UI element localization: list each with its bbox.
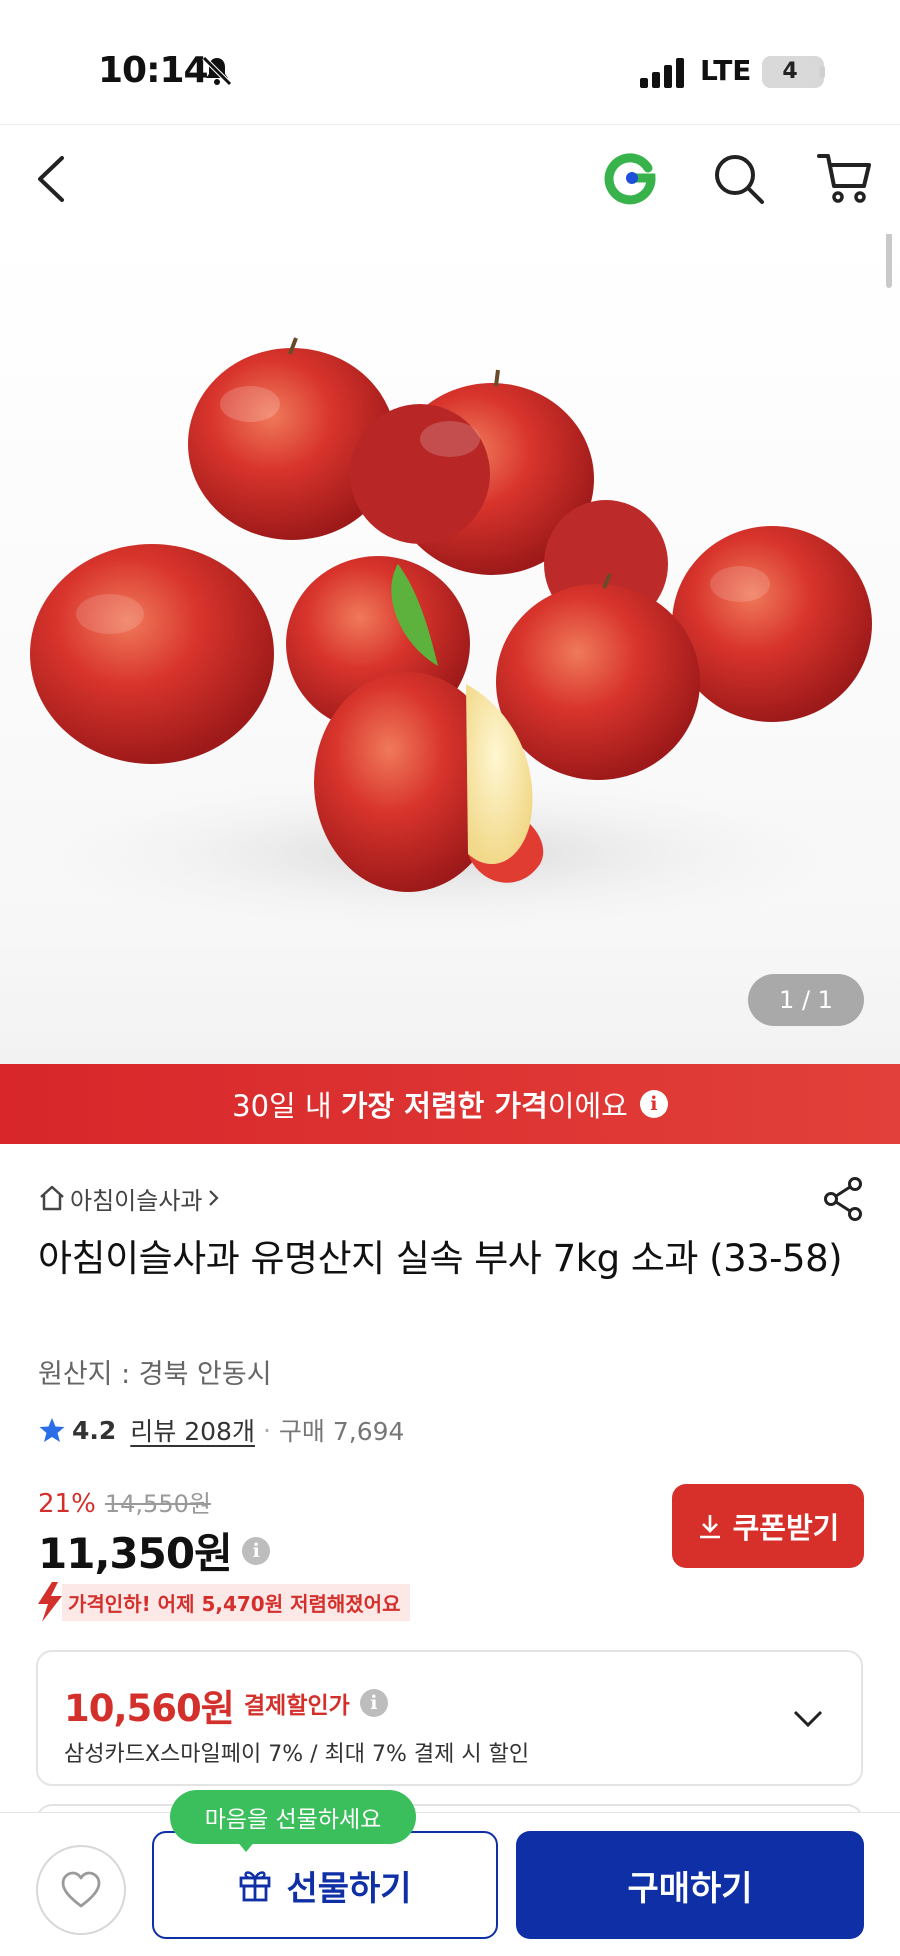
status-time: 10:14 — [98, 50, 209, 91]
download-icon — [699, 1515, 720, 1539]
wishlist-button[interactable] — [36, 1845, 126, 1935]
search-icon[interactable] — [712, 152, 766, 206]
gift-tooltip-bubble: 마음을 선물하세요 — [170, 1790, 416, 1844]
buy-label: 구매하기 — [627, 1868, 753, 1909]
discount-rate: 21% — [38, 1489, 96, 1519]
coupon-label: 쿠폰받기 — [732, 1511, 840, 1545]
chevron-right-icon — [209, 1190, 220, 1206]
battery-percent: 4 — [782, 59, 798, 84]
card-discount-panel[interactable]: 10,560원 결제할인가 i 삼성카드X스마일페이 7% / 최대 7% 결제… — [36, 1650, 863, 1786]
store-link[interactable]: 아침이슬사과 — [38, 1180, 222, 1216]
info-icon[interactable]: i — [359, 1689, 388, 1717]
card-discount-description: 삼성카드X스마일페이 7% / 최대 7% 결제 시 할인 — [64, 1742, 530, 1767]
promo-highlight: 가장 저렴한 가격 — [340, 1089, 548, 1123]
star-icon — [39, 1418, 65, 1442]
lowest-price-banner[interactable]: 30일 내 가장 저렴한 가격 이에요 i — [0, 1064, 900, 1144]
sale-price-row: 11,350원 i — [38, 1520, 270, 1581]
share-icon[interactable] — [822, 1176, 864, 1222]
gift-tooltip-tail — [236, 1840, 256, 1852]
gift-label: 선물하기 — [286, 1868, 412, 1909]
review-count-link[interactable]: 리뷰 208개 — [130, 1412, 255, 1448]
card-discount-label: 결제할인가 — [244, 1693, 350, 1719]
rating-row: 4.2 리뷰 208개 · 구매 7,694 — [38, 1412, 404, 1448]
original-price: 14,550원 — [104, 1490, 211, 1518]
gift-tooltip-text: 마음을 선물하세요 — [204, 1807, 382, 1833]
rating-score: 4.2 — [72, 1415, 117, 1445]
back-arrow-icon[interactable] — [34, 154, 68, 204]
card-discount-price: 10,560원 — [64, 1687, 235, 1730]
coupon-download-button[interactable]: 쿠폰받기 — [672, 1484, 864, 1568]
app-header — [0, 126, 900, 234]
price-original-row: 21% 14,550원 — [38, 1484, 211, 1519]
purchase-count: 구매 7,694 — [278, 1417, 405, 1446]
store-name: 아침이슬사과 — [70, 1186, 203, 1215]
home-icon — [40, 1185, 64, 1211]
status-bar: 10:14 LTE 4 — [0, 0, 900, 125]
chevron-down-icon[interactable] — [790, 1704, 826, 1734]
gift-button[interactable]: 선물하기 — [152, 1831, 498, 1939]
page-scrollbar[interactable] — [886, 234, 892, 288]
promo-prefix: 30일 내 — [232, 1089, 341, 1123]
gift-icon — [240, 1871, 271, 1902]
apples-illustration — [20, 337, 872, 934]
promo-suffix: 이에요 — [547, 1089, 628, 1123]
signal-strength-icon — [640, 58, 684, 88]
image-counter: 1 / 1 — [748, 974, 864, 1026]
price-drop-text: 가격인하! 어제 5,470원 저렴해졌어요 — [62, 1583, 411, 1621]
bottom-action-bar: 선물하기 구매하기 — [0, 1812, 900, 1956]
product-title: 아침이슬사과 유명산지 실속 부사 7kg 소과 (33-58) — [38, 1237, 843, 1280]
separator-dot: · — [262, 1415, 271, 1445]
heart-icon — [61, 1871, 101, 1908]
bell-muted-icon — [202, 56, 232, 86]
price-drop-notice: 가격인하! 어제 5,470원 저렴해졌어요 — [32, 1582, 411, 1622]
product-image[interactable]: 1 / 1 — [0, 234, 900, 1064]
battery-cap — [820, 66, 825, 78]
product-origin: 원산지 : 경북 안동시 — [38, 1359, 272, 1390]
battery-indicator: 4 — [762, 56, 824, 88]
price-info-icon[interactable]: i — [241, 1536, 270, 1565]
cart-icon[interactable] — [816, 150, 872, 206]
buy-button[interactable]: 구매하기 — [516, 1831, 864, 1939]
gmarket-logo-icon[interactable] — [602, 150, 658, 206]
sale-price: 11,350원 — [38, 1529, 233, 1578]
card-discount-label-row: 결제할인가 i — [244, 1686, 388, 1720]
network-type: LTE — [700, 54, 752, 87]
info-icon[interactable]: i — [639, 1090, 668, 1118]
